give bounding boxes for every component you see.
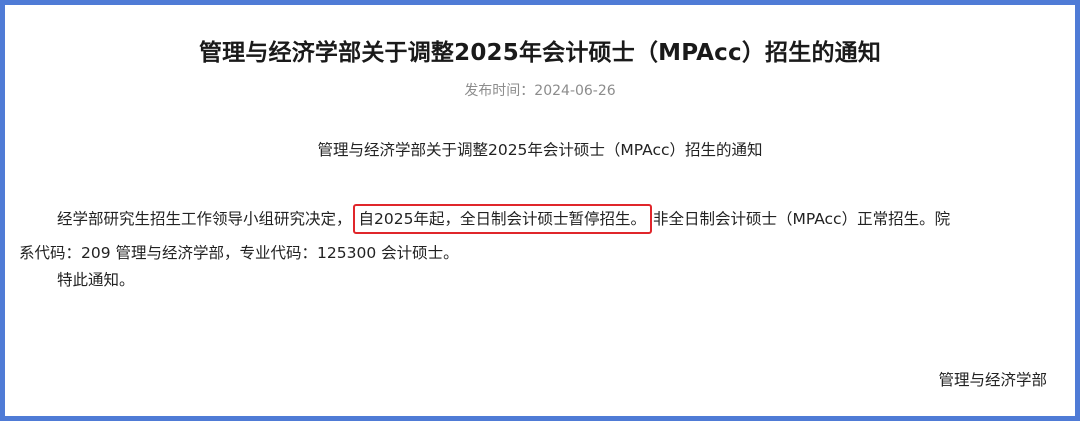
notice-subtitle: 管理与经济学部关于调整2025年会计硕士（MPAcc）招生的通知 — [317, 141, 763, 159]
closing-remark: 特此通知。 — [57, 271, 135, 289]
body-line-2: 系代码：209 管理与经济学部，专业代码：125300 会计硕士。 — [19, 244, 459, 262]
highlighted-statement: 自2025年起，全日制会计硕士暂停招生。 — [352, 204, 652, 234]
publish-date: 发布时间：2024-06-26 — [464, 83, 616, 99]
body-line-1: 经学部研究生招生工作领导小组研究决定， 自2025年起，全日制会计硕士暂停招生。非… — [19, 202, 1069, 236]
page-title: 管理与经济学部关于调整2025年会计硕士（MPAcc）招生的通知 — [198, 40, 882, 66]
notice-frame: 管理与经济学部关于调整2025年会计硕士（MPAcc）招生的通知 发布时间：20… — [0, 0, 1080, 421]
body-text-after: 非全日制会计硕士（MPAcc）正常招生。院 — [652, 210, 951, 228]
notice-body: 经学部研究生招生工作领导小组研究决定， 自2025年起，全日制会计硕士暂停招生。非… — [19, 202, 1069, 270]
signature: 管理与经济学部 — [938, 371, 1047, 389]
body-text-before: 经学部研究生招生工作领导小组研究决定， — [57, 210, 352, 228]
